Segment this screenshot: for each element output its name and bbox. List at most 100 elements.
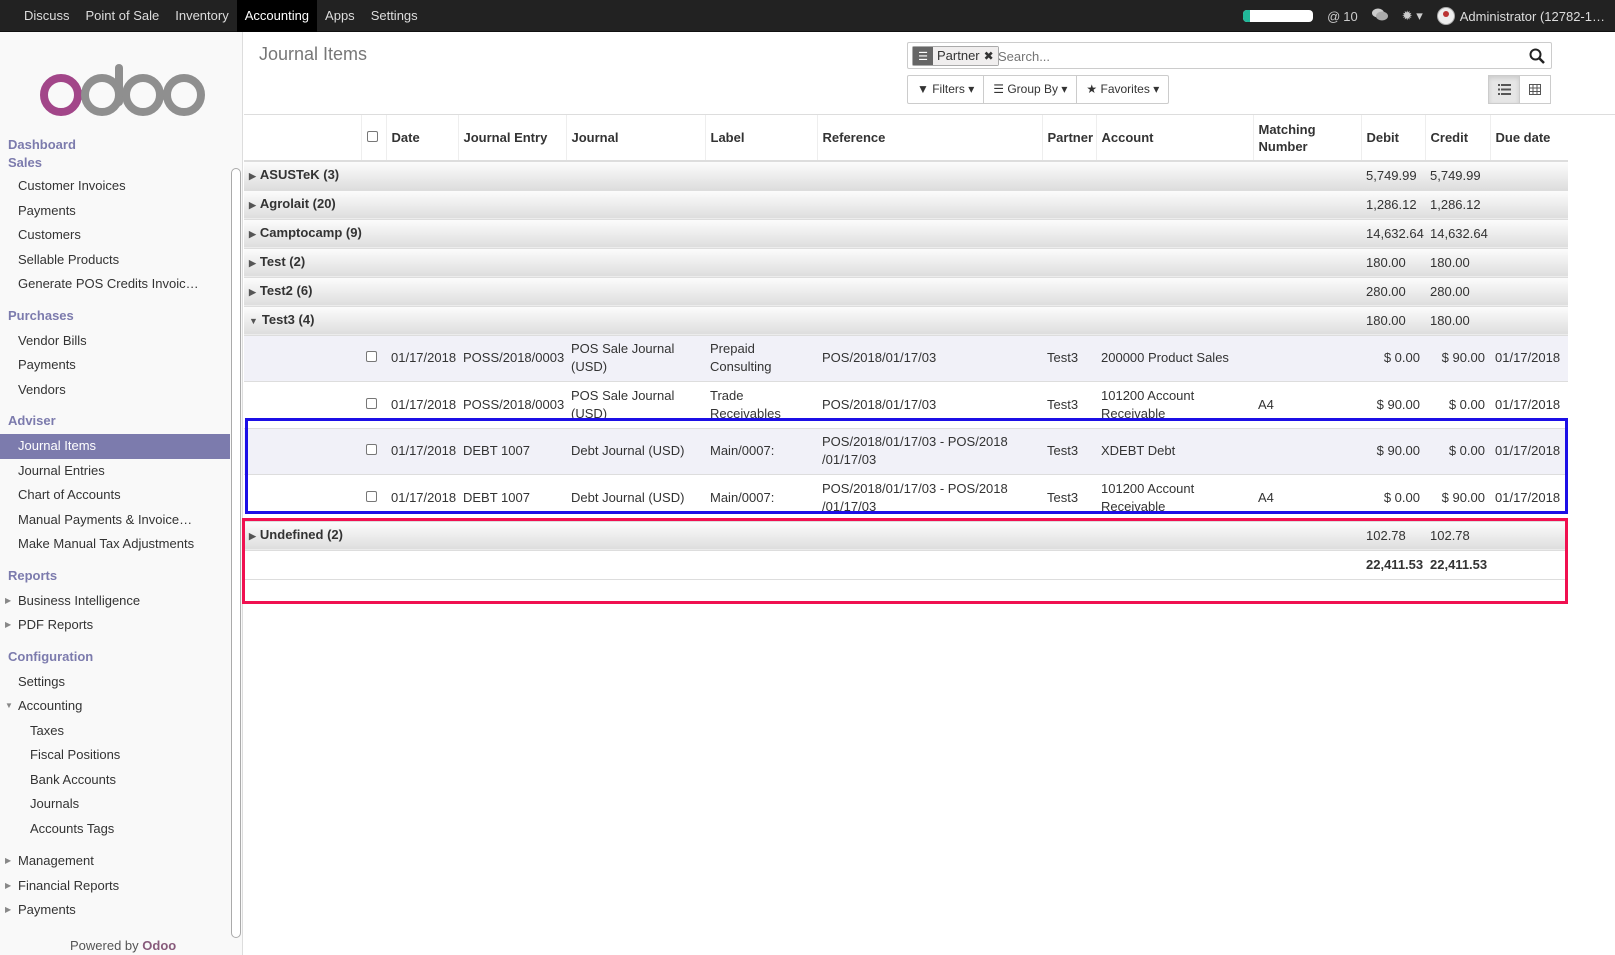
cell-journal: POS Sale Journal (USD) bbox=[566, 334, 705, 382]
menu-journal-entries[interactable]: Journal Entries bbox=[0, 459, 230, 484]
control-panel: Journal Items ☰ Partner ✖ ▼ Filters ▾ ☰ … bbox=[244, 32, 1615, 115]
menu-bank-accounts[interactable]: Bank Accounts bbox=[0, 768, 230, 793]
menu-manual-payments[interactable]: Manual Payments & Invoice… bbox=[0, 508, 230, 533]
menu-customer-invoices[interactable]: Customer Invoices bbox=[0, 174, 230, 199]
cell-date: 01/17/2018 bbox=[386, 427, 458, 475]
row-checkbox[interactable] bbox=[366, 397, 377, 409]
powered-brand[interactable]: Odoo bbox=[142, 938, 176, 953]
menu-sellable-products[interactable]: Sellable Products bbox=[0, 248, 230, 273]
search-input[interactable] bbox=[996, 46, 1516, 66]
caret-down-icon: ▼ bbox=[249, 316, 258, 326]
menu-taxes[interactable]: Taxes bbox=[0, 719, 230, 744]
header-select-all[interactable] bbox=[360, 115, 386, 162]
menu-vendors[interactable]: Vendors bbox=[0, 378, 230, 403]
select-all-checkbox[interactable] bbox=[366, 131, 378, 142]
cell-account: 200000 Product Sales bbox=[1096, 334, 1253, 382]
menu-financial-reports[interactable]: ▶ Financial Reports bbox=[0, 874, 230, 899]
journal-items-table: Date Journal Entry Journal Label Referen… bbox=[244, 115, 1568, 580]
header-label[interactable]: Label bbox=[704, 115, 817, 162]
nav-apps[interactable]: Apps bbox=[317, 0, 363, 32]
menu-config-payments[interactable]: ▶ Payments bbox=[0, 898, 230, 923]
menu-fiscal-positions[interactable]: Fiscal Positions bbox=[0, 743, 230, 768]
cell-label: Main/0007: bbox=[705, 427, 817, 475]
table-row[interactable]: 01/17/2018 POSS/2018/0003 POS Sale Journ… bbox=[244, 334, 1568, 382]
group-row-test2[interactable]: ▶ Test2 (6) 280.00 280.00 bbox=[244, 276, 1568, 306]
cell-debit: $ 0.00 bbox=[1361, 474, 1425, 521]
group-row-test[interactable]: ▶ Test (2) 180.00 180.00 bbox=[244, 247, 1568, 277]
nav-accounting[interactable]: Accounting bbox=[236, 0, 318, 32]
caret-right-icon: ▶ bbox=[249, 200, 256, 210]
nav-inventory[interactable]: Inventory bbox=[167, 0, 236, 32]
menu-settings[interactable]: Settings bbox=[0, 670, 230, 695]
section-adviser: Adviser bbox=[8, 413, 56, 428]
cell-debit: $ 90.00 bbox=[1361, 427, 1425, 475]
group-row-agrolait[interactable]: ▶ Agrolait (20) 1,286.12 1,286.12 bbox=[244, 189, 1568, 219]
menu-payments[interactable]: Payments bbox=[0, 199, 230, 224]
header-credit[interactable]: Credit bbox=[1424, 115, 1490, 162]
menu-business-intelligence[interactable]: ▶ Business Intelligence bbox=[0, 589, 230, 614]
group-debit: 102.78 bbox=[1361, 520, 1425, 550]
nav-point-of-sale[interactable]: Point of Sale bbox=[78, 0, 168, 32]
group-credit: 14,632.64 bbox=[1425, 218, 1490, 248]
header-partner[interactable]: Partner bbox=[1041, 115, 1096, 162]
menu-accounts-tags[interactable]: Accounts Tags bbox=[0, 817, 230, 842]
menu-dashboard[interactable]: Dashboard bbox=[0, 136, 230, 154]
main-content: Journal Items ☰ Partner ✖ ▼ Filters ▾ ☰ … bbox=[242, 32, 1615, 955]
row-checkbox[interactable] bbox=[366, 490, 377, 502]
filters-button[interactable]: ▼ Filters ▾ bbox=[907, 75, 985, 104]
menu-journal-items[interactable]: Journal Items bbox=[0, 434, 230, 459]
caret-right-icon: ▶ bbox=[5, 620, 12, 629]
header-journal[interactable]: Journal bbox=[565, 115, 705, 162]
menu-manual-tax-adjustments[interactable]: Make Manual Tax Adjustments bbox=[0, 532, 230, 557]
header-matching-number[interactable]: Matching Number bbox=[1252, 115, 1361, 162]
header-journal-entry[interactable]: Journal Entry bbox=[457, 115, 566, 162]
group-row-asustek[interactable]: ▶ ASUSTeK (3) 5,749.99 5,749.99 bbox=[244, 160, 1568, 190]
cell-credit: $ 90.00 bbox=[1425, 334, 1490, 382]
table-row[interactable]: 01/17/2018 DEBT 1007 Debt Journal (USD) … bbox=[244, 474, 1568, 521]
list-view-button[interactable] bbox=[1488, 75, 1520, 104]
row-checkbox[interactable] bbox=[366, 351, 377, 363]
table-header: Date Journal Entry Journal Label Referen… bbox=[244, 115, 1568, 162]
pivot-view-button[interactable] bbox=[1519, 75, 1551, 104]
menu-journals[interactable]: Journals bbox=[0, 792, 230, 817]
group-credit: 180.00 bbox=[1425, 247, 1490, 277]
search-icon[interactable] bbox=[1528, 47, 1546, 65]
menu-generate-pos-credits[interactable]: Generate POS Credits Invoic… bbox=[0, 272, 230, 297]
nav-discuss[interactable]: Discuss bbox=[16, 0, 78, 32]
cell-journal-entry: DEBT 1007 bbox=[458, 427, 566, 475]
header-date[interactable]: Date bbox=[385, 115, 458, 162]
header-reference[interactable]: Reference bbox=[816, 115, 1042, 162]
menu-accounting[interactable]: ▼ Accounting bbox=[0, 694, 230, 719]
menu-chart-of-accounts[interactable]: Chart of Accounts bbox=[0, 483, 230, 508]
menu-pdf-reports[interactable]: ▶ PDF Reports bbox=[0, 613, 230, 638]
debug-bug-icon[interactable]: ✹ ▾ bbox=[1402, 8, 1423, 24]
cell-matching: A4 bbox=[1253, 381, 1361, 428]
header-due-date[interactable]: Due date bbox=[1489, 115, 1568, 162]
menu-management[interactable]: ▶ Management bbox=[0, 849, 230, 874]
cell-journal: Debt Journal (USD) bbox=[566, 474, 705, 521]
group-row-test3[interactable]: ▼ Test3 (4) 180.00 180.00 bbox=[244, 305, 1568, 335]
menu-vendor-bills[interactable]: Vendor Bills bbox=[0, 329, 230, 354]
menu-customers[interactable]: Customers bbox=[0, 223, 230, 248]
section-reports: Reports bbox=[8, 567, 58, 583]
group-row-camptocamp[interactable]: ▶ Camptocamp (9) 14,632.64 14,632.64 bbox=[244, 218, 1568, 248]
top-navbar: Discuss Point of Sale Inventory Accounti… bbox=[0, 0, 1615, 32]
favorites-button[interactable]: ★ Favorites ▾ bbox=[1076, 75, 1170, 104]
group-by-button[interactable]: ☰ Group By ▾ bbox=[983, 75, 1078, 104]
header-debit[interactable]: Debit bbox=[1360, 115, 1425, 162]
header-account[interactable]: Account bbox=[1095, 115, 1253, 162]
table-row[interactable]: 01/17/2018 DEBT 1007 Debt Journal (USD) … bbox=[244, 427, 1568, 475]
group-debit: 5,749.99 bbox=[1361, 160, 1425, 190]
at-icon: @ bbox=[1327, 8, 1341, 24]
menu-purchase-payments[interactable]: Payments bbox=[0, 353, 230, 378]
user-menu[interactable]: Administrator (12782-1… bbox=[1436, 7, 1605, 25]
planner-progress-bar[interactable] bbox=[1243, 10, 1314, 22]
nav-settings[interactable]: Settings bbox=[363, 0, 426, 32]
chat-icon[interactable] bbox=[1371, 8, 1388, 25]
table-row[interactable]: 01/17/2018 POSS/2018/0003 POS Sale Journ… bbox=[244, 381, 1568, 428]
group-row-undefined[interactable]: ▶ Undefined (2) 102.78 102.78 bbox=[244, 520, 1568, 550]
cell-label: Prepaid Consulting bbox=[705, 334, 817, 382]
sidebar-scrollbar[interactable] bbox=[231, 168, 241, 938]
row-checkbox[interactable] bbox=[366, 444, 377, 456]
mentions-counter[interactable]: @10 bbox=[1327, 9, 1358, 24]
